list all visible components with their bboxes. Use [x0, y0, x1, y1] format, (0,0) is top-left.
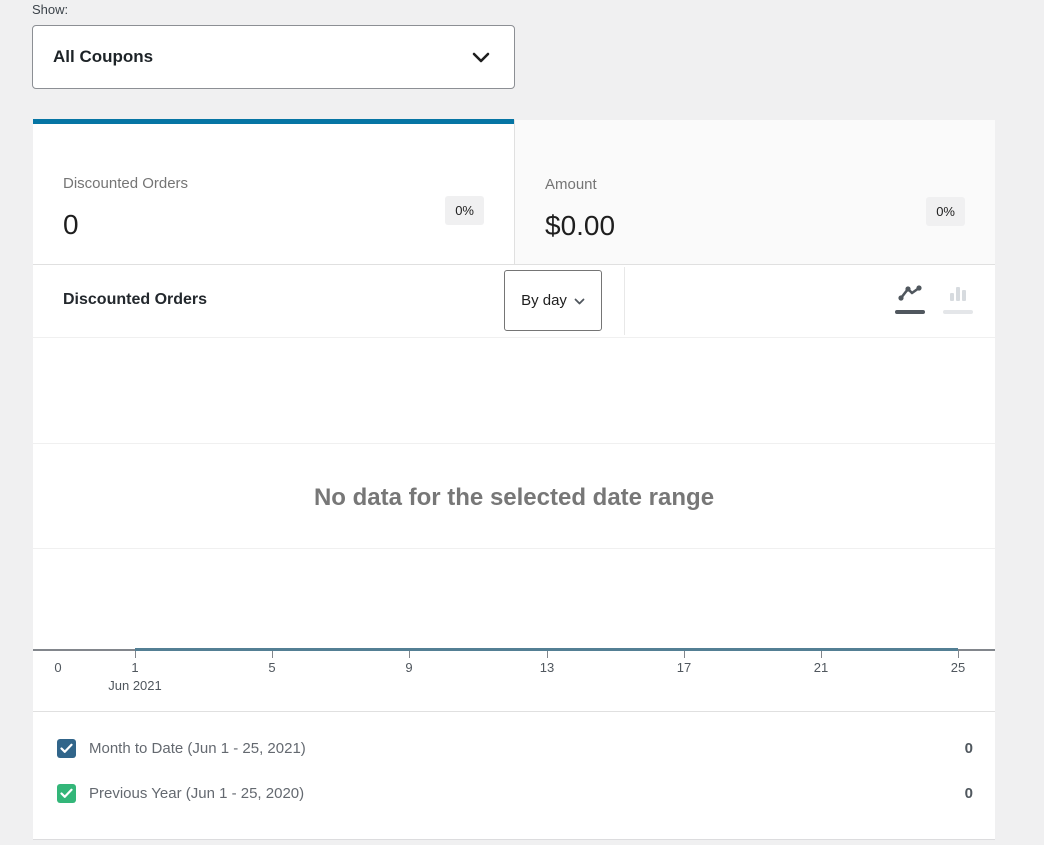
- summary-card-amount[interactable]: Amount $0.00 0%: [514, 119, 995, 264]
- summary-card-label: Amount: [545, 176, 965, 193]
- line-chart-icon: [898, 284, 922, 305]
- chevron-down-icon: [472, 50, 490, 68]
- gridline: [33, 443, 995, 444]
- axis-tick-mark: [958, 651, 959, 658]
- bar-chart-icon-button[interactable]: [941, 280, 975, 322]
- chart-x-axis: 0 1 Jun 2021 5 9 13 17 21 25: [33, 651, 995, 711]
- axis-tick-label: 1: [131, 660, 138, 675]
- summary-card-label: Discounted Orders: [63, 175, 484, 192]
- legend-item-total: 0: [965, 740, 973, 757]
- summary-card-delta-badge: 0%: [445, 196, 484, 225]
- summary-numbers: Discounted Orders 0 0% Amount $0.00 0%: [33, 119, 995, 265]
- axis-tick-label: 5: [268, 660, 275, 675]
- show-filter-label: Show:: [32, 2, 68, 17]
- interval-dropdown-value: By day: [521, 292, 567, 309]
- axis-tick-mark: [135, 651, 136, 658]
- coupons-report-panel: Discounted Orders 0 0% Amount $0.00 0% D…: [33, 119, 995, 840]
- legend-item-label: Previous Year (Jun 1 - 25, 2020): [89, 785, 304, 802]
- checked-checkbox-icon[interactable]: [57, 739, 76, 758]
- axis-month-label: Jun 2021: [108, 678, 162, 693]
- legend-item-month-to-date[interactable]: Month to Date (Jun 1 - 25, 2021) 0: [33, 726, 995, 771]
- chart-title: Discounted Orders: [63, 291, 207, 309]
- bar-chart-icon: [946, 284, 970, 305]
- axis-tick-label: 17: [677, 660, 691, 675]
- coupon-filter-value: All Coupons: [53, 47, 153, 67]
- selected-underline: [895, 310, 925, 314]
- summary-card-value: 0: [63, 209, 484, 241]
- axis-tick-mark: [272, 651, 273, 658]
- summary-card-discounted-orders[interactable]: Discounted Orders 0 0%: [33, 119, 514, 264]
- header-divider: [624, 267, 625, 335]
- axis-tick-mark: [684, 651, 685, 658]
- axis-tick-mark: [821, 651, 822, 658]
- legend-item-previous-year[interactable]: Previous Year (Jun 1 - 25, 2020) 0: [33, 771, 995, 816]
- unselected-underline: [943, 310, 973, 314]
- line-chart-icon-button[interactable]: [893, 280, 927, 322]
- axis-tick-mark: [409, 651, 410, 658]
- axis-tick-label: 9: [405, 660, 412, 675]
- chart-type-toggle: [893, 280, 975, 322]
- coupon-filter-dropdown[interactable]: All Coupons: [32, 25, 515, 89]
- summary-card-value: $0.00: [545, 210, 965, 242]
- axis-tick-label: 25: [951, 660, 965, 675]
- axis-tick-mark: [547, 651, 548, 658]
- chevron-down-icon: [574, 292, 585, 309]
- chart-legend: Month to Date (Jun 1 - 25, 2021) 0 Previ…: [33, 711, 995, 816]
- interval-dropdown[interactable]: By day: [504, 270, 602, 331]
- gridline: [33, 548, 995, 549]
- legend-item-total: 0: [965, 785, 973, 802]
- checked-checkbox-icon[interactable]: [57, 784, 76, 803]
- axis-tick-label: 0: [54, 660, 61, 675]
- summary-card-delta-badge: 0%: [926, 197, 965, 226]
- empty-chart-message: No data for the selected date range: [33, 484, 995, 512]
- axis-tick-label: 21: [814, 660, 828, 675]
- axis-tick-label: 13: [540, 660, 554, 675]
- legend-item-label: Month to Date (Jun 1 - 25, 2021): [89, 740, 306, 757]
- chart-header: Discounted Orders By day: [33, 265, 995, 338]
- chart-plot-area[interactable]: No data for the selected date range: [33, 338, 995, 651]
